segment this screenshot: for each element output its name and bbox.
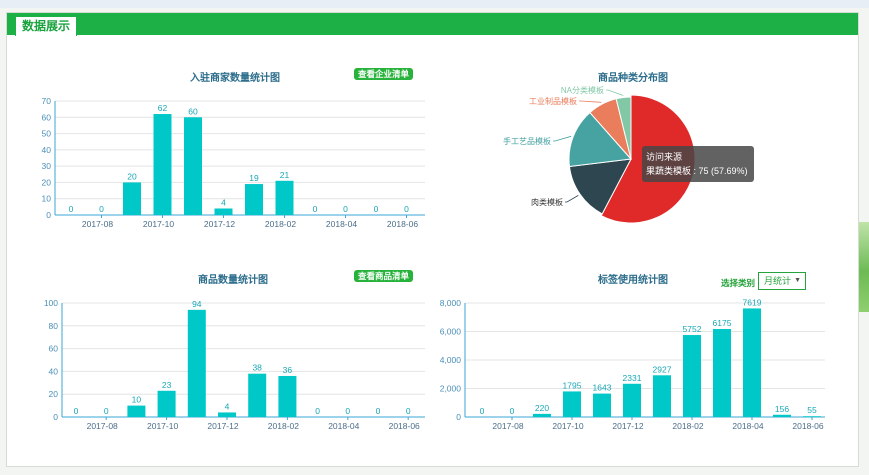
data-label: 2927: [653, 364, 672, 374]
bar: [713, 329, 731, 417]
bar: [683, 335, 701, 417]
bar: [773, 414, 791, 417]
x-tick-label: 2018-02: [672, 421, 703, 431]
data-label: 220: [535, 403, 549, 413]
tag-bar-chart: 0 2,000 4,000 6,000 8,000 0 0 220 1795 1643 2331 29…: [440, 297, 825, 431]
x-tick-label: 2018-06: [792, 421, 823, 431]
data-label: 156: [775, 404, 789, 414]
x-tick-label: 2017-08: [492, 421, 523, 431]
data-label: 2331: [623, 373, 642, 383]
x-tick-label: 2018-04: [732, 421, 763, 431]
bar: [653, 375, 671, 417]
y-tick-label: 6,000: [440, 327, 462, 337]
x-tick-label: 2017-12: [612, 421, 643, 431]
data-label: 5752: [683, 324, 702, 334]
bar: [803, 416, 821, 417]
data-label: 0: [510, 406, 515, 416]
data-label: 7619: [743, 297, 762, 307]
bar: [623, 383, 641, 417]
y-tick-label: 4,000: [440, 355, 462, 365]
data-label: 55: [807, 405, 817, 415]
x-tick-label: 2017-10: [552, 421, 583, 431]
y-tick-label: 0: [456, 412, 461, 422]
data-label: 0: [480, 406, 485, 416]
data-label: 6175: [713, 318, 732, 328]
y-tick-label: 2,000: [440, 384, 462, 394]
data-label: 1643: [593, 383, 612, 393]
bar: [533, 413, 551, 417]
bar: [593, 393, 611, 417]
bar: [563, 391, 581, 417]
bar: [743, 308, 761, 417]
data-label: 1795: [563, 380, 582, 390]
y-tick-label: 8,000: [440, 298, 462, 308]
